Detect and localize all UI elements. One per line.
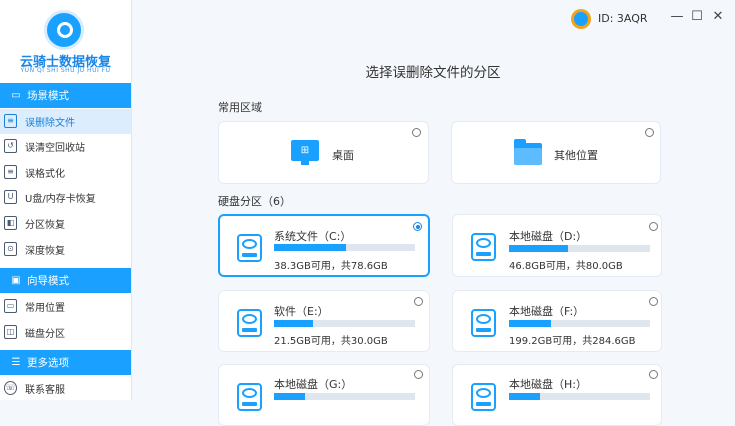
section-label: 更多选项 [27, 357, 69, 369]
partition-radio[interactable] [649, 297, 658, 306]
minimize-button[interactable]: — [669, 9, 685, 25]
common-location-label: 其他位置 [554, 149, 598, 162]
recycle-bin-icon: ↺ [4, 139, 17, 153]
support-icon: ☏ [4, 381, 17, 395]
partitions-label: 硬盘分区（6） [218, 195, 291, 208]
usb-icon: U [4, 190, 17, 204]
section-wizard-mode[interactable]: ▣ 向导模式 [0, 268, 131, 293]
section-label: 向导模式 [27, 275, 69, 287]
app-logo: 云骑士数据恢复 YUN QI SHI SHU JU HUI FU [0, 0, 131, 82]
usage-bar [509, 393, 650, 400]
format-icon: ≡ [4, 165, 17, 179]
sidebar-item-recycle-bin[interactable]: ↺ 误清空回收站 [0, 134, 131, 159]
location-icon: ▭ [4, 299, 17, 313]
partition-size: 46.8GB可用，共80.0GB [509, 261, 623, 272]
partition-name: 本地磁盘（F:） [509, 305, 585, 318]
usage-bar [509, 320, 650, 327]
page-title: 选择误删除文件的分区 [365, 65, 501, 81]
sidebar-item-label: 磁盘分区 [25, 329, 65, 340]
disk-partition-icon: ◫ [4, 325, 17, 339]
disk-icon [471, 233, 496, 261]
sidebar-item-label: 常用位置 [25, 303, 65, 314]
partition-size: 199.2GB可用，共284.6GB [509, 336, 636, 347]
sidebar-item-usb[interactable]: U U盘/内存卡恢复 [0, 185, 131, 210]
file-icon: ≡ [4, 114, 17, 128]
common-location-other[interactable]: 其他位置 [451, 121, 661, 184]
sidebar-item-deleted-files[interactable]: ≡ 误删除文件 [0, 109, 131, 134]
disk-icon [471, 309, 496, 337]
partition-name: 本地磁盘（H:） [509, 378, 587, 391]
usage-fill [274, 393, 306, 400]
partition-radio[interactable] [649, 370, 658, 379]
disk-icon [471, 383, 496, 411]
user-avatar-icon[interactable] [571, 9, 591, 29]
disk-icon [237, 309, 262, 337]
partition-card-f[interactable]: 本地磁盘（F:） 199.2GB可用，共284.6GB [452, 290, 662, 352]
sidebar-item-label: 分区恢复 [25, 220, 65, 231]
common-area-label: 常用区域 [218, 101, 262, 114]
partition-size: 21.5GB可用，共30.0GB [274, 336, 388, 347]
disk-icon [237, 234, 262, 262]
partition-card-d[interactable]: 本地磁盘（D:） 46.8GB可用，共80.0GB [452, 214, 662, 277]
partition-radio[interactable] [414, 297, 423, 306]
scene-icon: ▭ [11, 90, 21, 101]
section-label: 场景模式 [27, 90, 69, 102]
partition-radio[interactable] [414, 370, 423, 379]
partition-card-g[interactable]: 本地磁盘（G:） [218, 364, 430, 426]
sidebar-item-label: 误清空回收站 [25, 143, 85, 154]
sidebar-item-disk-partition[interactable]: ◫ 磁盘分区 [0, 320, 131, 345]
common-location-desktop[interactable]: ⊞ 桌面 [218, 121, 429, 184]
other-location-radio[interactable] [645, 128, 654, 137]
partition-radio[interactable] [649, 222, 658, 231]
partition-name: 本地磁盘（D:） [509, 230, 588, 243]
usage-fill [509, 393, 541, 400]
wizard-icon: ▣ [11, 275, 21, 286]
sidebar-item-deep-recovery[interactable]: ⊙ 深度恢复 [0, 237, 131, 262]
maximize-button[interactable]: ☐ [689, 9, 705, 25]
sidebar-item-label: U盘/内存卡恢复 [25, 194, 96, 205]
partition-icon: ◧ [4, 216, 17, 230]
close-button[interactable]: ✕ [710, 9, 726, 25]
user-id: ID: 3AQR [598, 12, 648, 25]
usage-bar [274, 320, 415, 327]
disk-icon [237, 383, 262, 411]
usage-fill [509, 245, 569, 252]
partition-size: 38.3GB可用，共78.6GB [274, 261, 388, 272]
sidebar-item-label: 误格式化 [25, 169, 65, 180]
desktop-icon: ⊞ [291, 140, 319, 165]
logo-icon [44, 10, 84, 50]
partition-card-c[interactable]: 系统文件（C:） 38.3GB可用，共78.6GB [218, 214, 430, 277]
section-more-options[interactable]: ☰ 更多选项 [0, 350, 131, 375]
sidebar: 云骑士数据恢复 YUN QI SHI SHU JU HUI FU ▭ 场景模式 … [0, 0, 132, 400]
partition-radio[interactable] [413, 222, 422, 231]
menu-icon: ☰ [11, 357, 21, 368]
partition-name: 系统文件（C:） [274, 230, 352, 243]
section-scene-mode[interactable]: ▭ 场景模式 [0, 83, 131, 108]
usage-bar [274, 393, 415, 400]
usage-fill [274, 320, 314, 327]
partition-card-e[interactable]: 软件（E:） 21.5GB可用，共30.0GB [218, 290, 430, 352]
sidebar-item-label: 联系客服 [25, 385, 65, 396]
usage-fill [509, 320, 552, 327]
sidebar-item-label: 误删除文件 [25, 118, 75, 129]
sidebar-item-contact-support[interactable]: ☏ 联系客服 [0, 376, 131, 401]
partition-card-h[interactable]: 本地磁盘（H:） [452, 364, 662, 426]
partition-name: 本地磁盘（G:） [274, 378, 353, 391]
partition-name: 软件（E:） [274, 305, 329, 318]
app-subtitle: YUN QI SHI SHU JU HUI FU [20, 67, 111, 74]
usage-bar [274, 244, 415, 251]
usage-bar [509, 245, 650, 252]
common-location-label: 桌面 [332, 149, 354, 162]
desktop-radio[interactable] [412, 128, 421, 137]
deep-scan-icon: ⊙ [4, 242, 17, 256]
sidebar-item-common-location[interactable]: ▭ 常用位置 [0, 294, 131, 319]
folder-icon [514, 139, 542, 165]
usage-fill [274, 244, 346, 251]
sidebar-item-label: 深度恢复 [25, 246, 65, 257]
sidebar-item-partition-recovery[interactable]: ◧ 分区恢复 [0, 211, 131, 236]
sidebar-item-format[interactable]: ≡ 误格式化 [0, 160, 131, 185]
